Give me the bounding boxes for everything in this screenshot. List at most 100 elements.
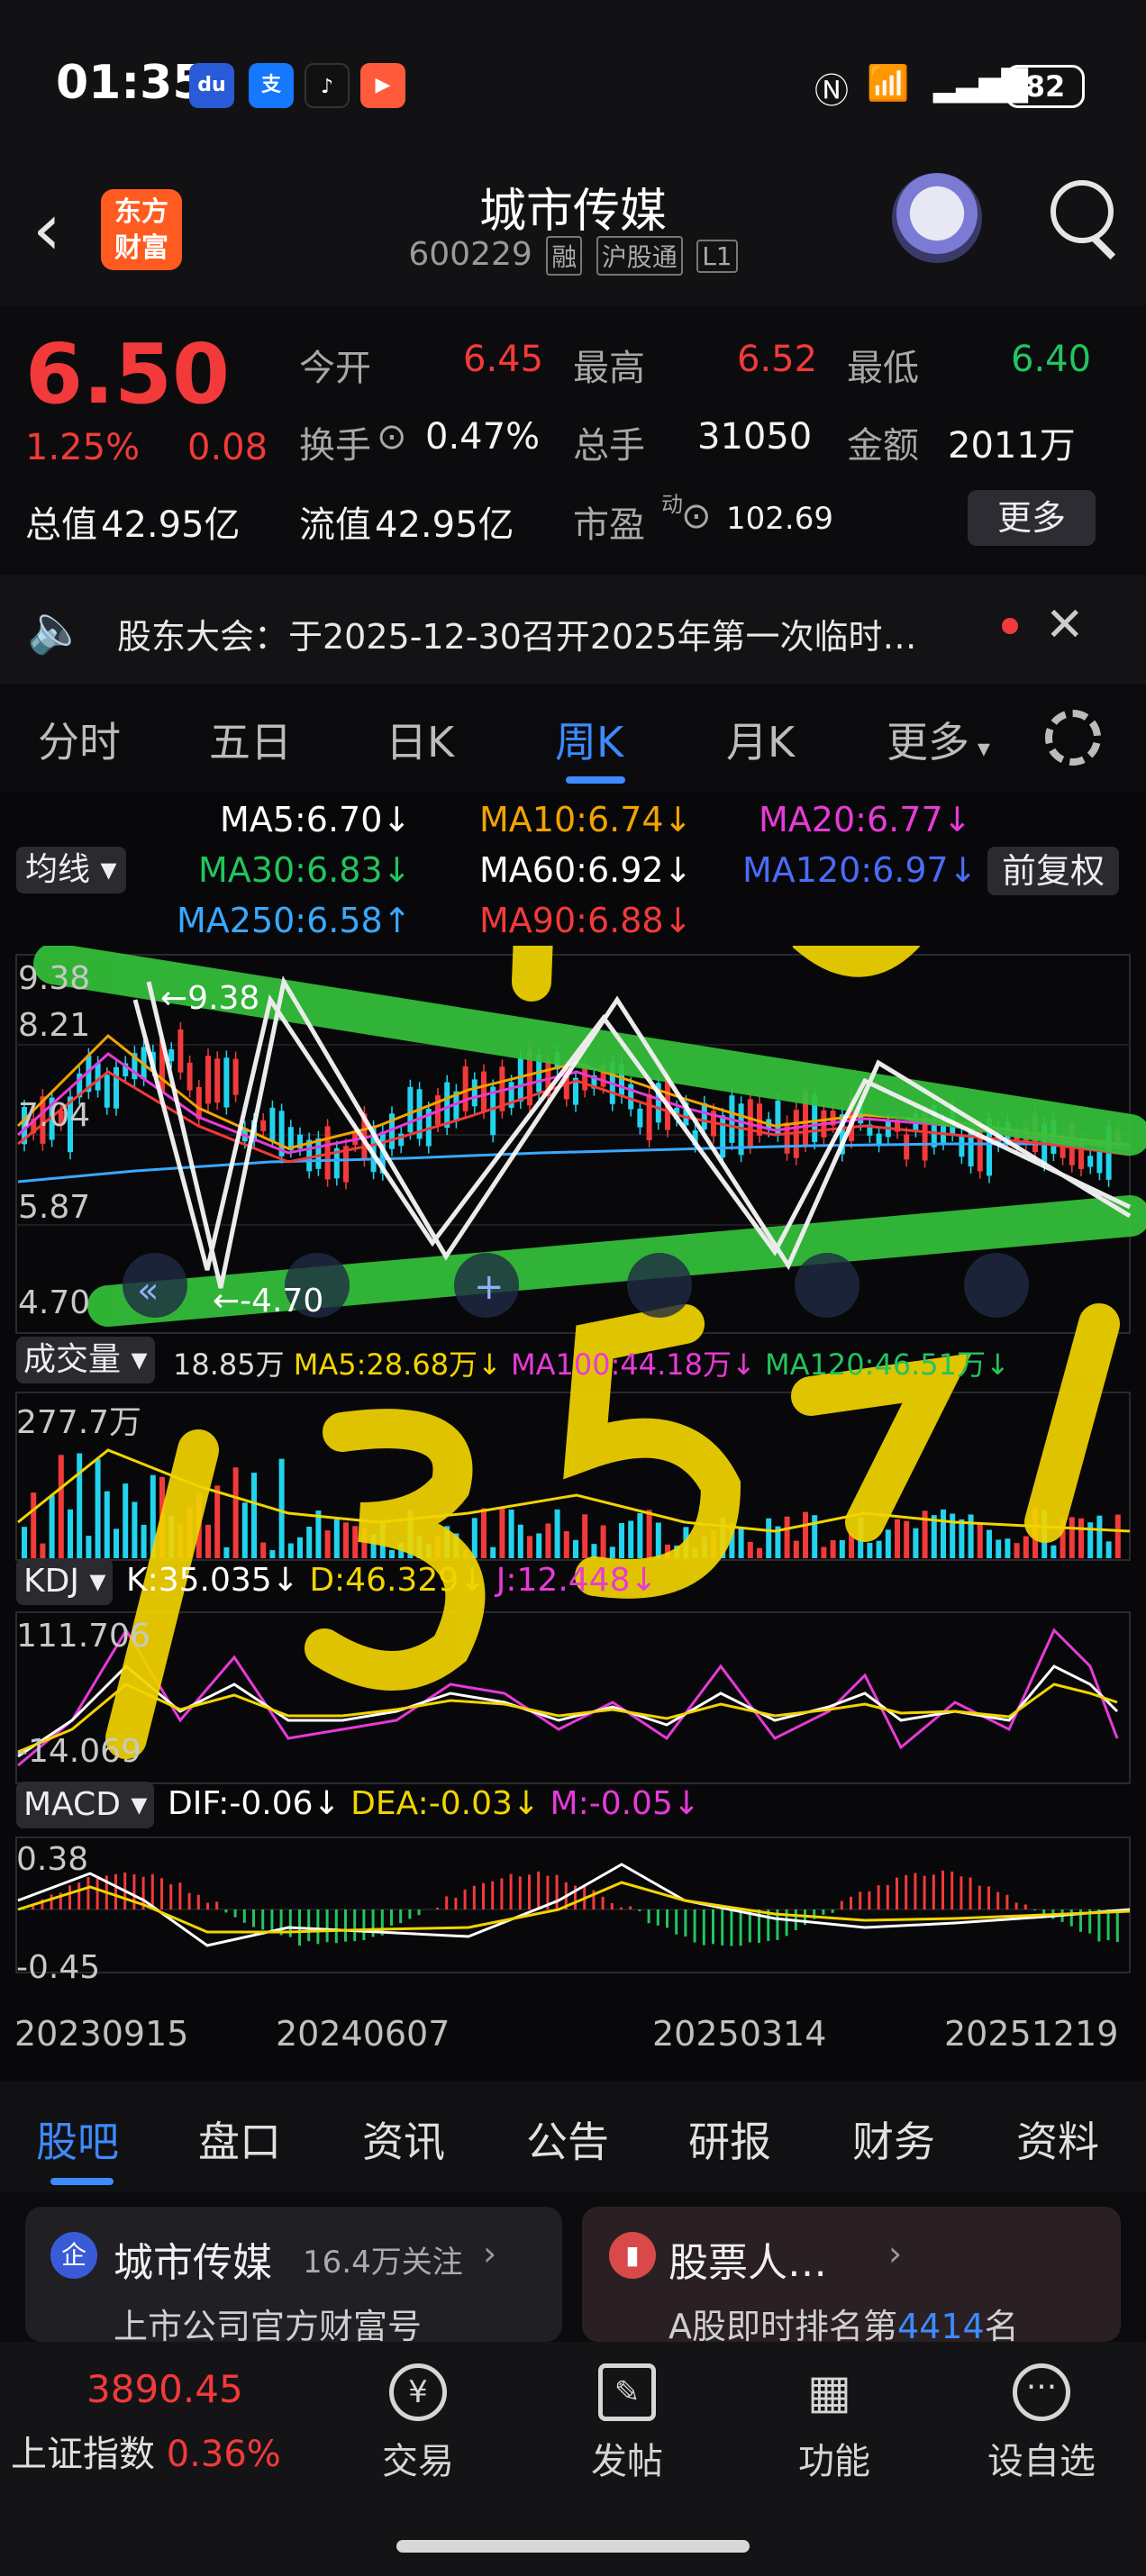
volume-bar [1050, 1545, 1057, 1558]
tab-monthly-k[interactable]: 月K [726, 710, 795, 769]
volume-bar [68, 1509, 73, 1558]
price-axis-3: 7.04 [18, 1097, 91, 1134]
candle [104, 1075, 110, 1108]
volume-bar [959, 1519, 965, 1558]
company-card-title: 城市传媒 [114, 2240, 272, 2286]
pe-label: 市盈 [573, 504, 645, 546]
yellow-digit-4 [512, 946, 553, 1002]
macd-bar [206, 1902, 209, 1909]
amount-label: 金额 [847, 425, 919, 467]
macd-bar [987, 1886, 990, 1909]
macd-bar [1023, 1904, 1027, 1909]
macd-bar [472, 1885, 476, 1909]
nav-add-watchlist[interactable]: 设自选 [969, 2432, 1114, 2484]
volume-indicator-dropdown[interactable]: 成交量 ▾ [16, 1337, 155, 1383]
more-button[interactable]: 更多 [968, 490, 1096, 546]
tab-daily-k[interactable]: 日K [386, 710, 454, 769]
close-icon[interactable]: ✕ [1045, 598, 1085, 652]
volume-bar [49, 1495, 55, 1558]
ma250-label: MA250:6.58↑ [177, 901, 412, 940]
chevron-right-icon: › [483, 2234, 497, 2273]
volume-bar [747, 1541, 753, 1558]
volume-bar [205, 1524, 211, 1558]
search-icon[interactable] [1050, 180, 1114, 243]
macd-bar [445, 1896, 449, 1909]
macd-bar [215, 1901, 219, 1909]
tab-five-day[interactable]: 五日 [209, 710, 292, 769]
volume-bar [352, 1526, 359, 1558]
adjust-button[interactable]: 前复权 [987, 847, 1120, 895]
macd-bar [1097, 1909, 1101, 1942]
tab-weekly-k[interactable]: 周K [555, 710, 623, 769]
announcement-text[interactable]: 股东大会：于2025-12-30召开2025年第一次临时… [117, 609, 917, 658]
macd-indicator-dropdown[interactable]: MACD ▾ [16, 1782, 155, 1828]
tab-profile[interactable]: 资料 [1016, 2109, 1099, 2169]
tab-guba[interactable]: 股吧 [36, 2109, 119, 2169]
pan-button [627, 1253, 692, 1318]
info-icon[interactable]: ⊙ [377, 416, 407, 458]
volume-bar [757, 1547, 762, 1558]
candle [269, 1107, 276, 1141]
pe-info-icon[interactable]: ⊙ [681, 495, 712, 537]
macd-bar [1014, 1902, 1018, 1909]
wifi-icon: 📶 [867, 63, 910, 103]
index-value[interactable]: 3890.45 [86, 2367, 243, 2411]
macd-bar [96, 1878, 99, 1909]
volume-bar [260, 1542, 267, 1558]
macd-histogram [23, 1870, 1119, 1946]
float-label: 流值 [299, 504, 371, 546]
turnover-value: 0.47% [425, 416, 541, 458]
nav-post[interactable]: 发帖 [555, 2432, 699, 2484]
volume-bar [104, 1491, 110, 1558]
double-left-arrow-icon[interactable]: « [137, 1270, 159, 1311]
volume-bar [1069, 1517, 1075, 1558]
macd-bar [877, 1885, 880, 1909]
stock-code: 600229 [408, 236, 532, 273]
candle [1087, 1156, 1094, 1167]
tab-financials[interactable]: 财务 [852, 2109, 935, 2169]
macd-bar [224, 1909, 228, 1913]
open-label: 今开 [299, 348, 371, 389]
ma60-label: MA60:6.92↓ [479, 850, 693, 890]
index-ticker[interactable]: 上证指数 0.36% [11, 2425, 281, 2477]
tab-news[interactable]: 资讯 [362, 2109, 445, 2169]
macd-bar [252, 1909, 255, 1927]
tab-research[interactable]: 研报 [688, 2109, 771, 2169]
volume-bar [527, 1536, 532, 1558]
price-axis-max: 9.38 [18, 960, 91, 997]
macd-bar [850, 1896, 852, 1909]
candle [186, 1062, 193, 1091]
mktcap-label: 总值 [25, 504, 97, 546]
nav-trade[interactable]: 交易 [346, 2432, 490, 2484]
gear-icon[interactable] [1045, 710, 1101, 766]
volume-bar [536, 1533, 542, 1558]
macd-axis-min: -0.45 [16, 1949, 101, 1986]
tab-intraday[interactable]: 分时 [38, 710, 121, 769]
assistant-robot-icon[interactable] [892, 173, 982, 263]
macd-bar [1106, 1909, 1110, 1941]
volume-bar [517, 1524, 523, 1558]
ma90-label: MA90:6.88↓ [479, 901, 693, 940]
candle [637, 1108, 643, 1128]
volume-bar [637, 1512, 643, 1558]
volume-bar [784, 1516, 790, 1558]
ranking-card-title: 股票人… [668, 2240, 827, 2286]
macd-bar [390, 1909, 393, 1926]
volume-bar [1023, 1536, 1029, 1558]
tab-order-book[interactable]: 盘口 [198, 2109, 281, 2169]
plus-icon[interactable]: + [474, 1266, 505, 1308]
kdj-indicator-dropdown[interactable]: KDJ ▾ [16, 1558, 114, 1605]
volume-bar [950, 1513, 956, 1558]
macd-bar [620, 1907, 623, 1909]
volume-bar [913, 1528, 919, 1558]
volume-bar [895, 1519, 900, 1558]
indicator-dropdown[interactable]: 均线 ▾ [16, 847, 126, 893]
volume-bar [58, 1455, 64, 1558]
volume-bar [545, 1523, 551, 1558]
volume-bar [582, 1514, 588, 1558]
tab-more[interactable]: 更多 ▾ [887, 710, 990, 769]
candle [968, 1129, 974, 1167]
volume-bar [655, 1522, 661, 1558]
nav-functions[interactable]: 功能 [762, 2432, 906, 2484]
tab-notices[interactable]: 公告 [526, 2109, 609, 2169]
